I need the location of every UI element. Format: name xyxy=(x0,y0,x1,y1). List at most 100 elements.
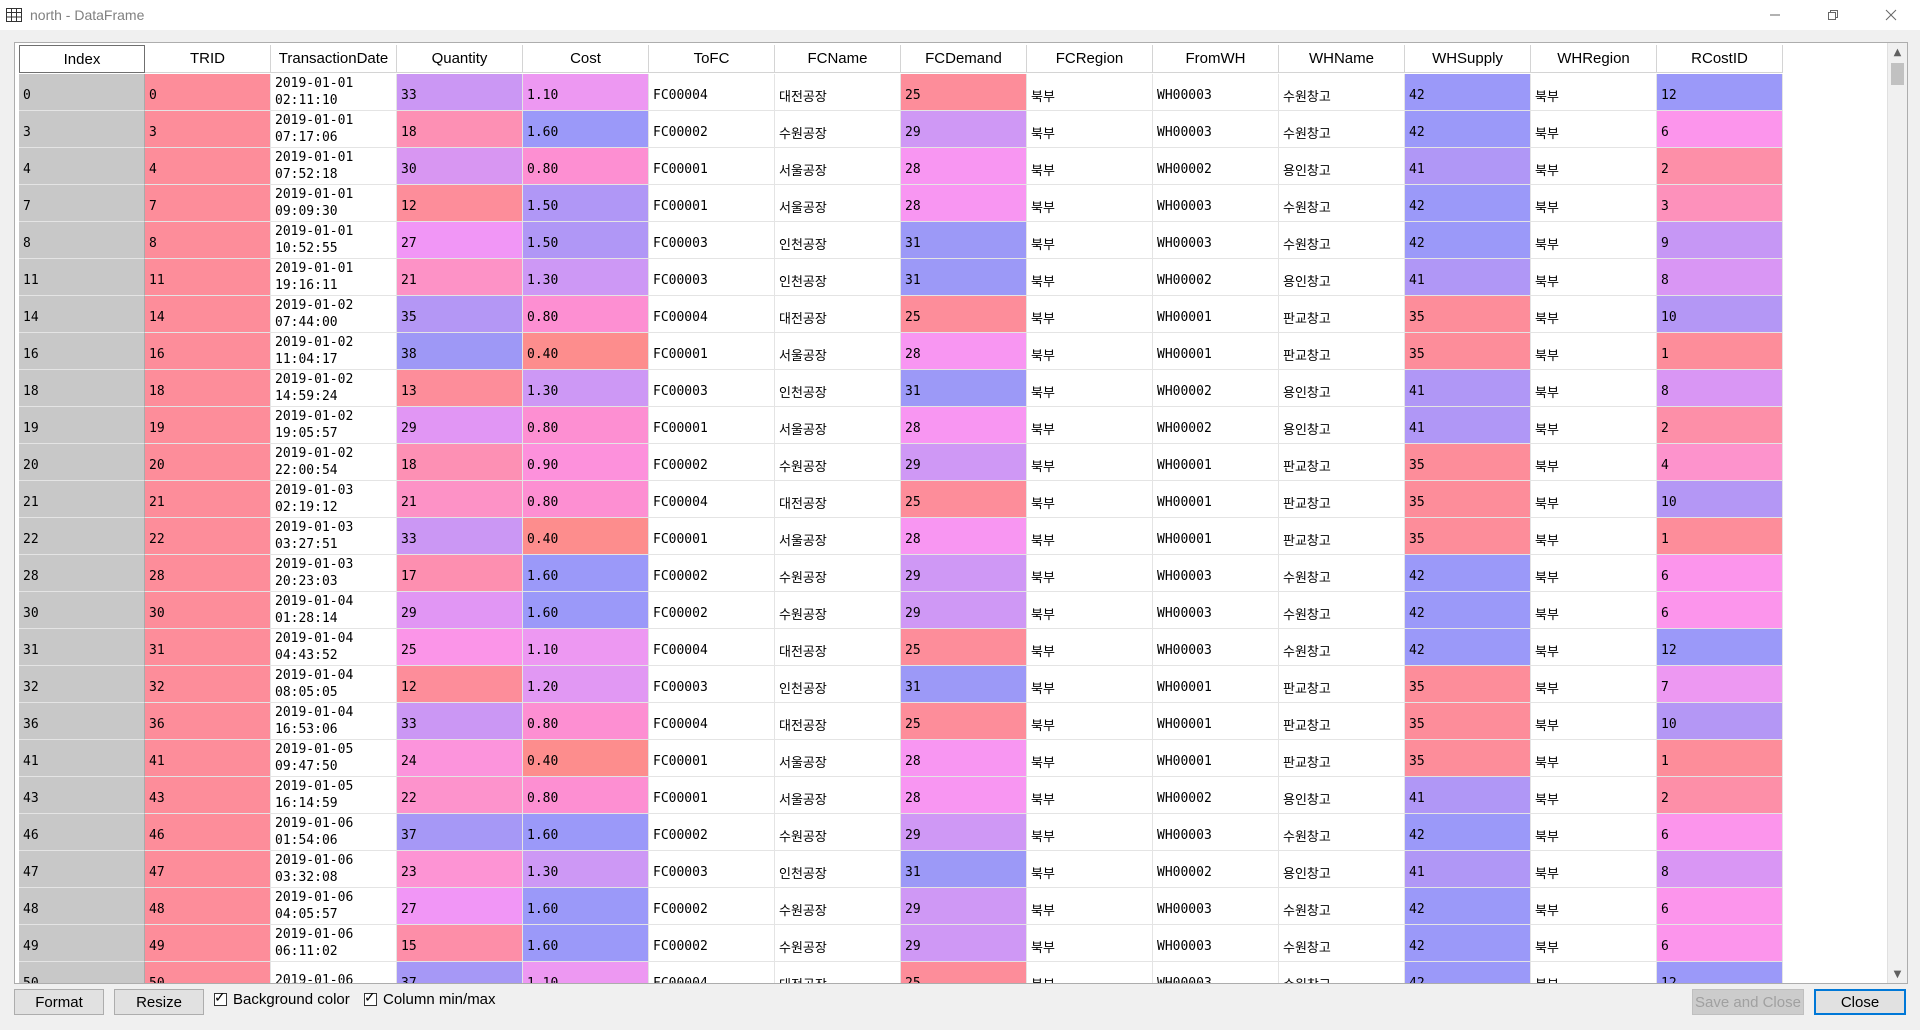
cell-fcregion[interactable]: 북부 xyxy=(1027,518,1153,555)
cell-whname[interactable]: 수원창고 xyxy=(1279,629,1405,666)
column-minmax-checkbox[interactable]: ✓ Column min/max xyxy=(364,989,496,1008)
scrollbar-thumb[interactable] xyxy=(1891,63,1904,85)
cell-whname[interactable]: 판교창고 xyxy=(1279,740,1405,777)
cell-cost[interactable]: 1.30 xyxy=(523,370,649,407)
cell-quantity[interactable]: 37 xyxy=(397,962,523,983)
table-row[interactable]: 46 46 2019-01-06 01:54:06 37 1.60 FC00002 수원공장 2… xyxy=(19,814,1783,851)
table-row[interactable]: 22 22 2019-01-03 03:27:51 33 0.40 FC00001 서울공장 2… xyxy=(19,518,1783,555)
cell-rcostid[interactable]: 6 xyxy=(1657,111,1783,148)
cell-quantity[interactable]: 25 xyxy=(397,629,523,666)
cell-trid[interactable]: 49 xyxy=(145,925,271,962)
column-header-whregion[interactable]: WHRegion xyxy=(1531,45,1657,73)
cell-tofc[interactable]: FC00001 xyxy=(649,777,775,814)
cell-tofc[interactable]: FC00003 xyxy=(649,222,775,259)
cell-fromwh[interactable]: WH00003 xyxy=(1153,222,1279,259)
cell-fcname[interactable]: 수원공장 xyxy=(775,444,901,481)
cell-cost[interactable]: 1.60 xyxy=(523,814,649,851)
cell-quantity[interactable]: 13 xyxy=(397,370,523,407)
cell-fcname[interactable]: 수원공장 xyxy=(775,888,901,925)
cell-quantity[interactable]: 35 xyxy=(397,296,523,333)
cell-whsupply[interactable]: 35 xyxy=(1405,481,1531,518)
cell-fcdemand[interactable]: 29 xyxy=(901,888,1027,925)
column-header-fromwh[interactable]: FromWH xyxy=(1153,45,1279,73)
cell-trid[interactable]: 28 xyxy=(145,555,271,592)
cell-index[interactable]: 50 xyxy=(19,962,145,983)
cell-whname[interactable]: 판교창고 xyxy=(1279,333,1405,370)
cell-fcregion[interactable]: 북부 xyxy=(1027,666,1153,703)
cell-tofc[interactable]: FC00002 xyxy=(649,814,775,851)
cell-fcname[interactable]: 대전공장 xyxy=(775,962,901,983)
cell-fromwh[interactable]: WH00001 xyxy=(1153,518,1279,555)
cell-whname[interactable]: 수원창고 xyxy=(1279,185,1405,222)
cell-whsupply[interactable]: 42 xyxy=(1405,185,1531,222)
cell-fcdemand[interactable]: 25 xyxy=(901,74,1027,111)
cell-trid[interactable]: 41 xyxy=(145,740,271,777)
cell-rcostid[interactable]: 8 xyxy=(1657,370,1783,407)
column-header-fcdemand[interactable]: FCDemand xyxy=(901,45,1027,73)
cell-cost[interactable]: 1.30 xyxy=(523,851,649,888)
cell-quantity[interactable]: 38 xyxy=(397,333,523,370)
cell-trid[interactable]: 31 xyxy=(145,629,271,666)
column-header-whname[interactable]: WHName xyxy=(1279,45,1405,73)
cell-trid[interactable]: 16 xyxy=(145,333,271,370)
cell-quantity[interactable]: 33 xyxy=(397,703,523,740)
table-row[interactable]: 31 31 2019-01-04 04:43:52 25 1.10 FC00004 대전공장 2… xyxy=(19,629,1783,666)
cell-fromwh[interactable]: WH00003 xyxy=(1153,74,1279,111)
cell-trid[interactable]: 18 xyxy=(145,370,271,407)
cell-fcdemand[interactable]: 31 xyxy=(901,666,1027,703)
cell-fcname[interactable]: 수원공장 xyxy=(775,925,901,962)
cell-index[interactable]: 16 xyxy=(19,333,145,370)
cell-fcregion[interactable]: 북부 xyxy=(1027,629,1153,666)
cell-tofc[interactable]: FC00004 xyxy=(649,481,775,518)
column-header-trid[interactable]: TRID xyxy=(145,45,271,73)
table-row[interactable]: 50502019-01-06371.10FC00004대전공장25북부WH000… xyxy=(19,962,1783,983)
cell-quantity[interactable]: 21 xyxy=(397,481,523,518)
cell-whname[interactable]: 수원창고 xyxy=(1279,111,1405,148)
cell-fromwh[interactable]: WH00003 xyxy=(1153,925,1279,962)
cell-index[interactable]: 46 xyxy=(19,814,145,851)
cell-whregion[interactable]: 북부 xyxy=(1531,481,1657,518)
cell-date[interactable]: 2019-01-05 16:14:59 xyxy=(271,777,397,814)
cell-whname[interactable]: 용인창고 xyxy=(1279,407,1405,444)
cell-date[interactable]: 2019-01-06 03:32:08 xyxy=(271,851,397,888)
cell-whname[interactable]: 판교창고 xyxy=(1279,444,1405,481)
cell-fromwh[interactable]: WH00002 xyxy=(1153,259,1279,296)
table-row[interactable]: 4 4 2019-01-01 07:52:18 30 0.80 FC00001 서울공장 28 북… xyxy=(19,148,1783,185)
table-row[interactable]: 0 0 2019-01-01 02:11:10 33 1.10 FC00004 대전공장 25 북… xyxy=(19,74,1783,111)
cell-date[interactable]: 2019-01-03 02:19:12 xyxy=(271,481,397,518)
cell-tofc[interactable]: FC00004 xyxy=(649,74,775,111)
cell-whsupply[interactable]: 41 xyxy=(1405,370,1531,407)
cell-index[interactable]: 43 xyxy=(19,777,145,814)
cell-whname[interactable]: 수원창고 xyxy=(1279,888,1405,925)
table-row[interactable]: 36 36 2019-01-04 16:53:06 33 0.80 FC00004 대전공장 2… xyxy=(19,703,1783,740)
cell-tofc[interactable]: FC00003 xyxy=(649,851,775,888)
cell-whname[interactable]: 수원창고 xyxy=(1279,814,1405,851)
cell-quantity[interactable]: 37 xyxy=(397,814,523,851)
cell-fcdemand[interactable]: 28 xyxy=(901,333,1027,370)
cell-tofc[interactable]: FC00003 xyxy=(649,370,775,407)
checkbox-box[interactable]: ✓ xyxy=(364,989,377,1006)
cell-fcdemand[interactable]: 29 xyxy=(901,592,1027,629)
column-header-cost[interactable]: Cost xyxy=(523,45,649,73)
cell-fcdemand[interactable]: 31 xyxy=(901,259,1027,296)
cell-whsupply[interactable]: 42 xyxy=(1405,888,1531,925)
cell-whregion[interactable]: 북부 xyxy=(1531,777,1657,814)
cell-fromwh[interactable]: WH00002 xyxy=(1153,851,1279,888)
cell-whname[interactable]: 용인창고 xyxy=(1279,851,1405,888)
cell-date[interactable]: 2019-01-06 06:11:02 xyxy=(271,925,397,962)
cell-tofc[interactable]: FC00002 xyxy=(649,592,775,629)
cell-quantity[interactable]: 29 xyxy=(397,407,523,444)
cell-date[interactable]: 2019-01-01 07:17:06 xyxy=(271,111,397,148)
cell-rcostid[interactable]: 10 xyxy=(1657,296,1783,333)
cell-cost[interactable]: 1.10 xyxy=(523,629,649,666)
cell-fromwh[interactable]: WH00003 xyxy=(1153,592,1279,629)
cell-cost[interactable]: 0.80 xyxy=(523,148,649,185)
cell-fcname[interactable]: 수원공장 xyxy=(775,555,901,592)
cell-tofc[interactable]: FC00001 xyxy=(649,407,775,444)
cell-trid[interactable]: 50 xyxy=(145,962,271,983)
cell-index[interactable]: 7 xyxy=(19,185,145,222)
cell-whname[interactable]: 용인창고 xyxy=(1279,370,1405,407)
cell-fcdemand[interactable]: 25 xyxy=(901,629,1027,666)
cell-tofc[interactable]: FC00002 xyxy=(649,111,775,148)
cell-whsupply[interactable]: 42 xyxy=(1405,555,1531,592)
